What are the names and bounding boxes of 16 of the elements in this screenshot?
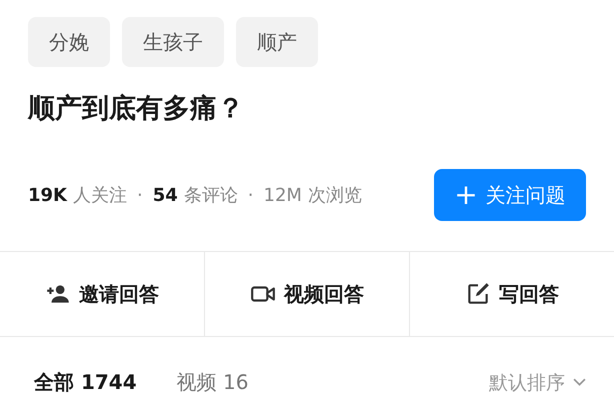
- stat-value: 19K: [28, 185, 67, 206]
- stat-value: 54: [152, 185, 178, 206]
- stat-label: 条评论: [184, 184, 238, 207]
- follow-button[interactable]: + 关注问题: [434, 169, 586, 221]
- stat-label: 次浏览: [308, 184, 362, 207]
- tab[interactable]: 全部 1744: [34, 369, 137, 396]
- stat-value: 12M: [264, 185, 302, 206]
- question-title: 顺产到底有多痛？: [26, 92, 245, 126]
- tab[interactable]: 视频 16: [176, 369, 248, 396]
- tag-chip[interactable]: 顺产: [236, 17, 318, 67]
- tag-chip[interactable]: 生孩子: [122, 17, 224, 67]
- chevron-down-icon: [573, 378, 586, 387]
- separator-dot: ·: [248, 185, 254, 206]
- separator-dot: ·: [137, 185, 143, 206]
- stat-label: 人关注: [73, 184, 127, 207]
- tag-chip[interactable]: 分娩: [28, 17, 110, 67]
